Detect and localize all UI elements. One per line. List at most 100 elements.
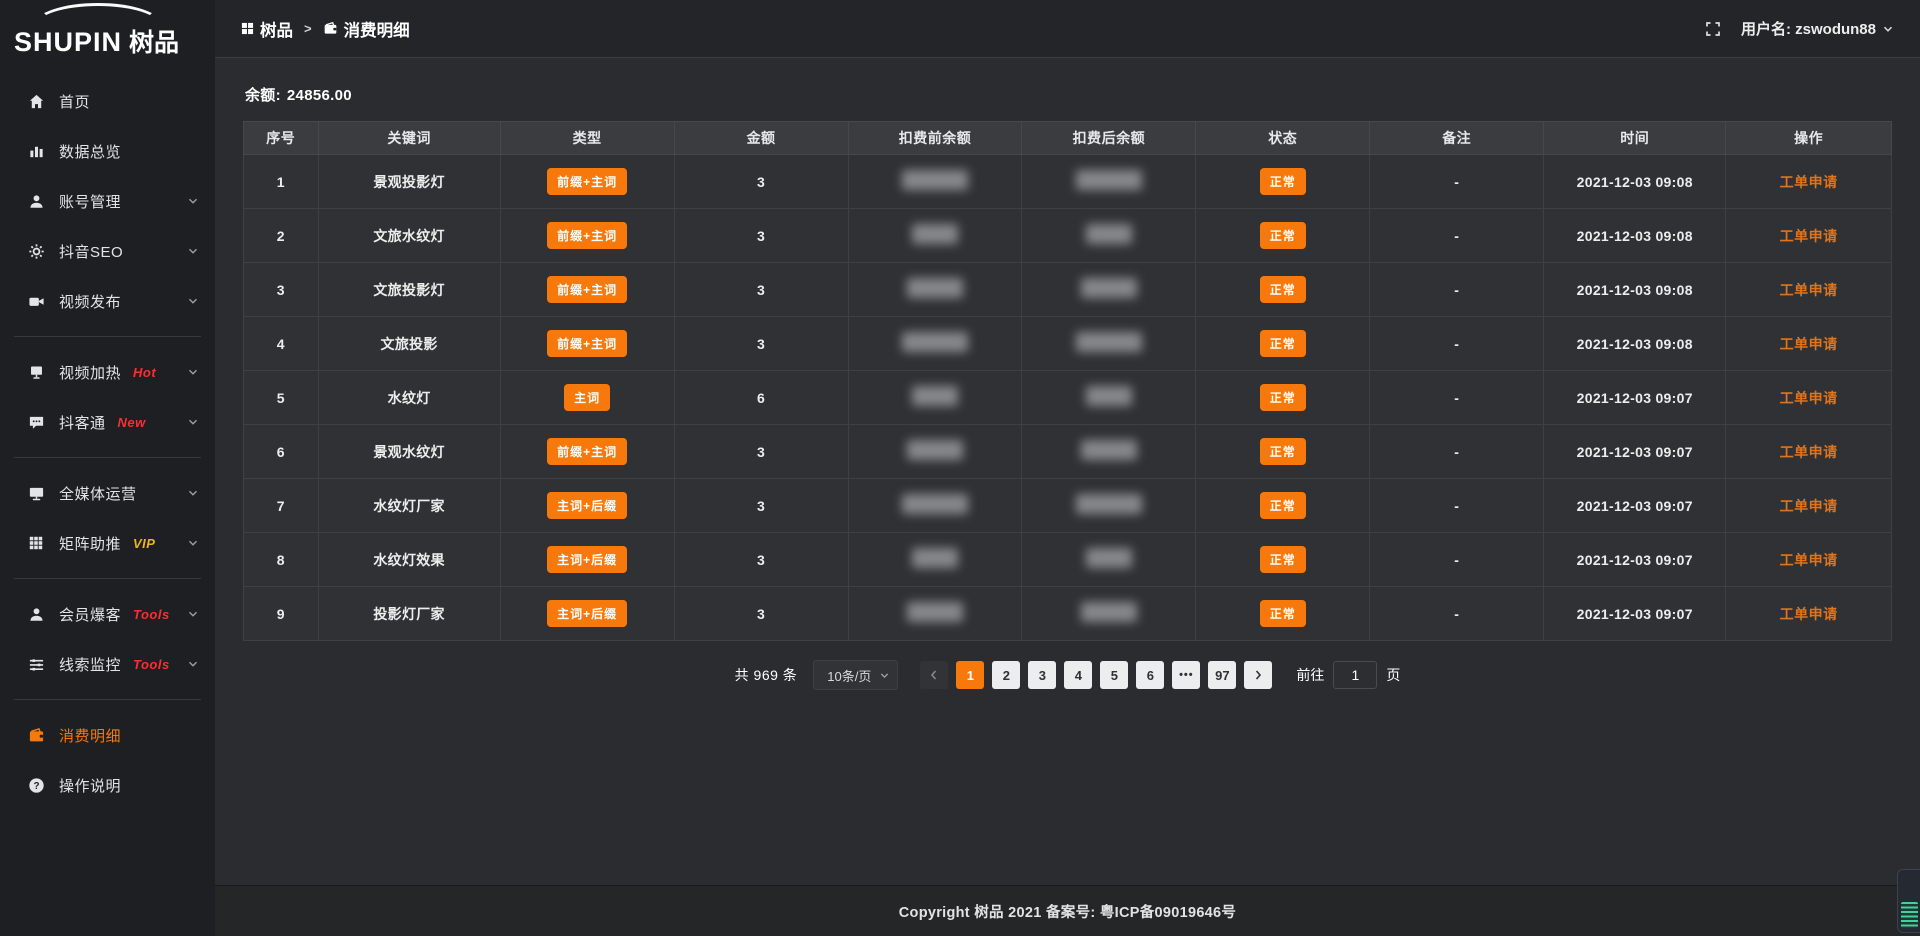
- masked-balance-before: [912, 224, 958, 244]
- masked-balance-after: [1086, 224, 1132, 244]
- sidebar-item-account-mgmt[interactable]: 账号管理: [0, 176, 215, 226]
- type-tag: 前缀+主词: [547, 330, 627, 357]
- masked-balance-after: [1076, 494, 1142, 514]
- page-button-5[interactable]: 5: [1100, 661, 1128, 689]
- breadcrumb: 树品 > 消费明细: [241, 17, 410, 41]
- cell-note: -: [1370, 479, 1544, 533]
- next-page-button[interactable]: [1244, 661, 1272, 689]
- screen-icon: [27, 363, 45, 381]
- sidebar-item-all-media[interactable]: 全媒体运营: [0, 468, 215, 518]
- breadcrumb-home[interactable]: 树品: [241, 17, 293, 41]
- breadcrumb-current[interactable]: 消费明细: [323, 17, 410, 41]
- page-button-3[interactable]: 3: [1028, 661, 1056, 689]
- work-order-link[interactable]: 工单申请: [1780, 174, 1838, 190]
- chevron-down-icon: [187, 487, 199, 499]
- cell-amount: 3: [674, 533, 848, 587]
- prev-page-button[interactable]: [920, 661, 948, 689]
- divider: [14, 336, 201, 337]
- sidebar-item-douyin-seo[interactable]: 抖音SEO: [0, 226, 215, 276]
- page-size-select[interactable]: 10条/页: [813, 660, 898, 690]
- sidebar-item-lead-monitor[interactable]: 线索监控 Tools: [0, 639, 215, 689]
- total-count-label: 共 969 条: [735, 665, 798, 685]
- cell-keyword: 水纹灯厂家: [318, 479, 500, 533]
- cell-no: 6: [244, 425, 319, 479]
- cell-time: 2021-12-03 09:07: [1544, 425, 1726, 479]
- divider: [14, 457, 201, 458]
- masked-balance-before: [912, 386, 958, 406]
- cell-note: -: [1370, 533, 1544, 587]
- user-icon: [27, 605, 45, 623]
- page-button-6[interactable]: 6: [1136, 661, 1164, 689]
- divider: [14, 578, 201, 579]
- chevron-left-icon: [928, 669, 940, 681]
- tools-badge: Tools: [133, 657, 170, 672]
- masked-balance-after: [1081, 602, 1137, 622]
- masked-balance-before: [902, 170, 968, 190]
- cell-no: 1: [244, 155, 319, 209]
- chevron-down-icon: [187, 245, 199, 257]
- type-tag: 主词+后缀: [547, 546, 627, 573]
- floating-widget[interactable]: [1897, 869, 1920, 933]
- status-tag: 正常: [1260, 276, 1306, 303]
- work-order-link[interactable]: 工单申请: [1780, 336, 1838, 352]
- cell-keyword: 投影灯厂家: [318, 587, 500, 641]
- sidebar-item-label: 视频加热: [59, 362, 121, 383]
- goto-label: 前往: [1296, 665, 1324, 685]
- sidebar-item-label: 会员爆客: [59, 604, 121, 625]
- sidebar-item-video-publish[interactable]: 视频发布: [0, 276, 215, 326]
- page-button-2[interactable]: 2: [992, 661, 1020, 689]
- user-menu[interactable]: 用户名: zswodun88: [1741, 18, 1894, 39]
- sidebar-item-label: 抖客通: [59, 412, 106, 433]
- cell-amount: 3: [674, 263, 848, 317]
- work-order-link[interactable]: 工单申请: [1780, 498, 1838, 514]
- sidebar-item-doketong[interactable]: 抖客通 New: [0, 397, 215, 447]
- cell-amount: 3: [674, 155, 848, 209]
- cell-no: 9: [244, 587, 319, 641]
- page-button-last[interactable]: 97: [1208, 661, 1236, 689]
- cell-no: 4: [244, 317, 319, 371]
- page-button-1[interactable]: 1: [956, 661, 984, 689]
- sidebar-item-consumption-detail[interactable]: 消费明细: [0, 710, 215, 760]
- breadcrumb-separator: >: [304, 21, 312, 36]
- masked-balance-before: [902, 332, 968, 352]
- sidebar-menu: 首页 数据总览 账号管理 抖音SEO: [0, 64, 215, 810]
- chat-icon: [27, 413, 45, 431]
- home-icon: [27, 92, 45, 110]
- work-order-link[interactable]: 工单申请: [1780, 606, 1838, 622]
- type-tag: 前缀+主词: [547, 438, 627, 465]
- masked-balance-after: [1086, 386, 1132, 406]
- masked-balance-after: [1076, 332, 1142, 352]
- cell-keyword: 水纹灯效果: [318, 533, 500, 587]
- goto-page-input[interactable]: [1333, 661, 1377, 689]
- status-tag: 正常: [1260, 546, 1306, 573]
- page-button-4[interactable]: 4: [1064, 661, 1092, 689]
- sidebar-item-home[interactable]: 首页: [0, 76, 215, 126]
- more-pages-button[interactable]: •••: [1172, 661, 1200, 689]
- logo-arc: [34, 3, 162, 47]
- wallet-icon: [323, 21, 338, 36]
- cell-time: 2021-12-03 09:08: [1544, 263, 1726, 317]
- work-order-link[interactable]: 工单申请: [1780, 444, 1838, 460]
- table-row: 9 投影灯厂家 主词+后缀 3 正常 - 2021-12-03 09:07 工单…: [244, 587, 1892, 641]
- work-order-link[interactable]: 工单申请: [1780, 552, 1838, 568]
- sidebar-item-video-heat[interactable]: 视频加热 Hot: [0, 347, 215, 397]
- cell-amount: 3: [674, 587, 848, 641]
- fullscreen-icon[interactable]: [1705, 21, 1721, 37]
- sidebar-item-matrix-boost[interactable]: 矩阵助推 VIP: [0, 518, 215, 568]
- work-order-link[interactable]: 工单申请: [1780, 390, 1838, 406]
- col-header: 类型: [500, 122, 674, 155]
- work-order-link[interactable]: 工单申请: [1780, 282, 1838, 298]
- chevron-down-icon: [1882, 23, 1894, 35]
- sidebar-item-data-overview[interactable]: 数据总览: [0, 126, 215, 176]
- work-order-link[interactable]: 工单申请: [1780, 228, 1838, 244]
- cell-time: 2021-12-03 09:07: [1544, 587, 1726, 641]
- vip-badge: VIP: [133, 536, 155, 551]
- divider: [14, 699, 201, 700]
- status-tag: 正常: [1260, 168, 1306, 195]
- masked-balance-before: [902, 494, 968, 514]
- cell-no: 2: [244, 209, 319, 263]
- type-tag: 前缀+主词: [547, 168, 627, 195]
- sidebar-item-instructions[interactable]: ? 操作说明: [0, 760, 215, 810]
- sidebar-item-label: 抖音SEO: [59, 241, 123, 262]
- sidebar-item-member-baoke[interactable]: 会员爆客 Tools: [0, 589, 215, 639]
